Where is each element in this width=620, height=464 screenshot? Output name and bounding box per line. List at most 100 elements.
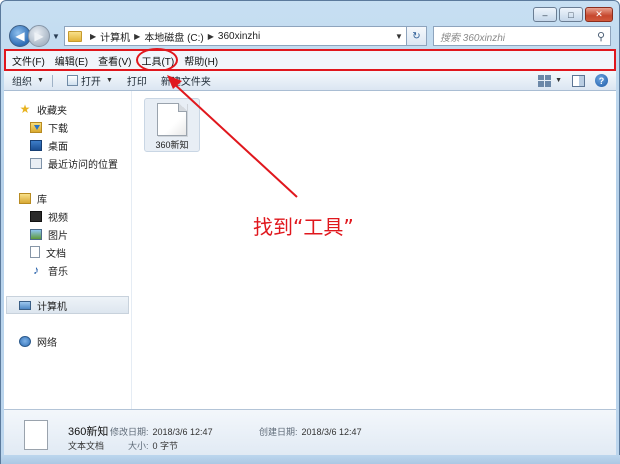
organize-button[interactable]: 组织 ▼ <box>12 73 53 88</box>
nav-desktop[interactable]: 桌面 <box>4 136 131 154</box>
address-dropdown[interactable]: ▼ <box>392 32 406 41</box>
nav-libraries[interactable]: 库 <box>4 189 131 207</box>
downloads-icon <box>30 121 42 133</box>
view-controls: ▼ ? <box>538 74 608 87</box>
open-button[interactable]: 打开 ▼ <box>66 73 113 88</box>
star-icon: ★ <box>19 102 31 116</box>
organize-label: 组织 <box>12 77 32 88</box>
new-folder-label: 新建文件夹 <box>160 77 211 88</box>
explorer-window: – □ ✕ ◀ ▶ ▼ ▶ 计算机 ▶ 本地磁盘 (C:) ▶ 360xinzh… <box>0 0 620 464</box>
picture-icon <box>30 228 42 240</box>
nav-documents-label: 文档 <box>46 248 66 260</box>
help-icon[interactable]: ? <box>595 74 608 87</box>
created-label: 创建日期: <box>259 427 298 437</box>
nav-videos[interactable]: 视频 <box>4 207 131 225</box>
chevron-down-icon: ▼ <box>37 77 44 84</box>
modified-label: 修改日期: <box>110 427 149 437</box>
nav-documents[interactable]: 文档 <box>4 243 131 261</box>
nav-pictures-label: 图片 <box>48 230 68 242</box>
minimize-button[interactable]: – <box>533 7 557 22</box>
nav-favorites[interactable]: ★ 收藏夹 <box>4 100 131 118</box>
details-size: 大小: 0 字节 <box>128 439 178 452</box>
details-file-type: 文本文档 <box>68 441 105 451</box>
video-icon <box>30 210 42 222</box>
nav-network-label: 网络 <box>37 337 57 349</box>
search-icon[interactable]: ⚲ <box>597 30 605 43</box>
maximize-button[interactable]: □ <box>559 7 583 22</box>
search-placeholder: 搜索 360xinzhi <box>440 32 506 44</box>
breadcrumb-local-disk[interactable]: 本地磁盘 (C:) <box>144 29 203 44</box>
text-file-icon <box>157 103 187 136</box>
chevron-down-icon: ▼ <box>105 77 113 84</box>
search-input[interactable]: 搜索 360xinzhi ⚲ <box>433 26 611 46</box>
navigation-bar: ◀ ▶ ▼ ▶ 计算机 ▶ 本地磁盘 (C:) ▶ 360xinzhi ▼ ↻ … <box>9 24 611 48</box>
details-created: 创建日期: 2018/3/6 12:47 <box>259 425 362 438</box>
created-value: 2018/3/6 12:47 <box>301 427 362 437</box>
network-group: 网络 <box>4 332 131 350</box>
close-button[interactable]: ✕ <box>585 7 613 22</box>
menu-view[interactable]: 查看(V) <box>98 53 131 68</box>
address-bar[interactable]: ▶ 计算机 ▶ 本地磁盘 (C:) ▶ 360xinzhi ▼ <box>64 26 407 46</box>
open-label: 打开 <box>80 77 101 88</box>
window-bottom-border <box>1 455 620 464</box>
print-label: 打印 <box>126 77 147 88</box>
nav-computer[interactable]: 计算机 <box>6 296 129 314</box>
nav-videos-label: 视频 <box>48 212 68 224</box>
recent-pages-dropdown[interactable]: ▼ <box>50 32 62 41</box>
chevron-right-icon[interactable]: ▶ <box>90 32 96 41</box>
navigation-pane: ★ 收藏夹 下载 桌面 最近访问的位置 库 视频 图片 文档 ♪ 音乐 计算机 … <box>4 91 131 409</box>
nav-recent-label: 最近访问的位置 <box>48 159 118 171</box>
file-item[interactable]: 360新知 <box>144 98 200 152</box>
size-value: 0 字节 <box>152 441 179 451</box>
change-view-icon[interactable] <box>538 74 552 87</box>
folder-icon <box>68 30 82 42</box>
nav-pictures[interactable]: 图片 <box>4 225 131 243</box>
chevron-down-icon[interactable]: ▼ <box>555 77 562 84</box>
desktop-icon <box>30 139 42 151</box>
music-icon: ♪ <box>33 263 39 277</box>
computer-icon <box>19 300 31 310</box>
text-file-icon <box>24 420 48 450</box>
nav-network[interactable]: 网络 <box>4 332 131 350</box>
command-bar: 组织 ▼ 打开 ▼ 打印 新建文件夹 ▼ ? <box>4 71 616 91</box>
new-folder-button[interactable]: 新建文件夹 <box>161 73 211 88</box>
nav-downloads-label: 下载 <box>48 123 68 135</box>
breadcrumb-computer[interactable]: 计算机 <box>100 29 130 44</box>
recent-places-icon <box>30 157 42 169</box>
nav-music[interactable]: ♪ 音乐 <box>4 261 131 279</box>
menu-file[interactable]: 文件(F) <box>12 53 45 68</box>
details-pane: 360新知 文本文档 修改日期: 2018/3/6 12:47 创建日期: 2018… <box>4 409 616 455</box>
open-icon <box>66 75 78 86</box>
nav-desktop-label: 桌面 <box>48 141 68 153</box>
computer-group: 计算机 <box>4 296 131 314</box>
menu-edit[interactable]: 编辑(E) <box>55 53 88 68</box>
toolbar-divider <box>51 74 53 87</box>
modified-value: 2018/3/6 12:47 <box>152 427 213 437</box>
file-list: 360新知 <box>132 91 616 409</box>
details-file-name: 360新知 <box>68 426 109 438</box>
nav-recent-places[interactable]: 最近访问的位置 <box>4 154 131 172</box>
forward-button[interactable]: ▶ <box>28 25 50 47</box>
details-modified: 修改日期: 2018/3/6 12:47 <box>110 425 213 438</box>
preview-pane-icon[interactable] <box>572 74 585 87</box>
library-icon <box>19 192 31 204</box>
document-icon <box>30 246 40 258</box>
nav-favorites-label: 收藏夹 <box>37 105 67 117</box>
menu-tools[interactable]: 工具(T) <box>141 53 174 68</box>
breadcrumb-folder[interactable]: 360xinzhi <box>218 31 260 42</box>
nav-downloads[interactable]: 下载 <box>4 118 131 136</box>
menu-help[interactable]: 帮助(H) <box>184 53 218 68</box>
refresh-button[interactable]: ↻ <box>407 26 427 46</box>
content-area: ★ 收藏夹 下载 桌面 最近访问的位置 库 视频 图片 文档 ♪ 音乐 计算机 … <box>4 91 616 409</box>
nav-libraries-label: 库 <box>37 194 47 206</box>
size-label: 大小: <box>128 441 149 451</box>
window-controls: – □ ✕ <box>533 7 613 22</box>
print-button[interactable]: 打印 <box>127 73 147 88</box>
nav-music-label: 音乐 <box>48 266 68 278</box>
chevron-right-icon[interactable]: ▶ <box>134 32 140 41</box>
libraries-group: 库 视频 图片 文档 ♪ 音乐 <box>4 189 131 279</box>
chevron-right-icon[interactable]: ▶ <box>208 32 214 41</box>
file-name: 360新知 <box>155 140 189 150</box>
menu-bar: 文件(F) 编辑(E) 查看(V) 工具(T) 帮助(H) <box>4 50 616 70</box>
favorites-group: ★ 收藏夹 下载 桌面 最近访问的位置 <box>4 100 131 172</box>
